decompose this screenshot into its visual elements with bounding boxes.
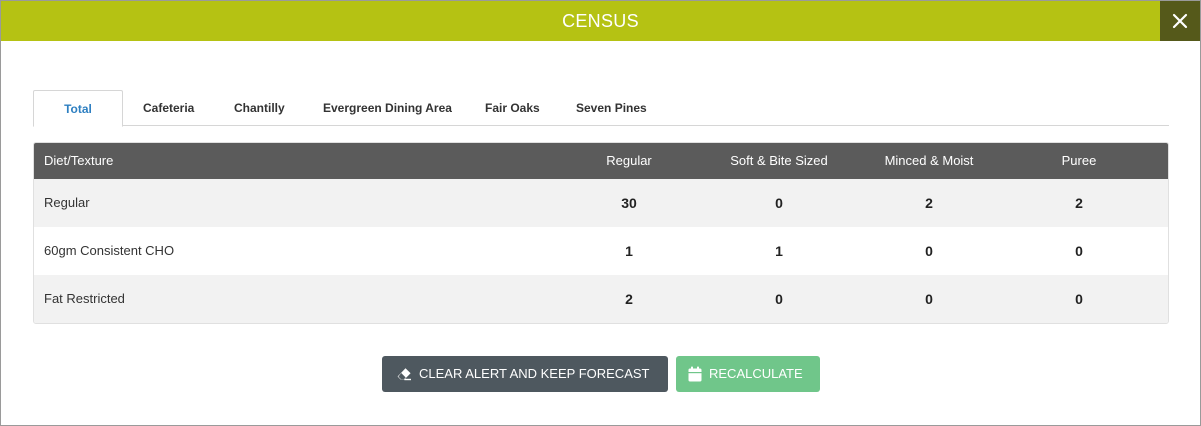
- count-puree: 0: [1075, 291, 1083, 307]
- tab-cafeteria[interactable]: Cafeteria: [143, 90, 194, 126]
- calendar-icon: [688, 366, 702, 382]
- recalculate-button-label: RECALCULATE: [709, 366, 803, 381]
- diet-name: 60gm Consistent CHO: [44, 243, 175, 258]
- eraser-icon: [397, 368, 411, 381]
- count-soft-bite-sized: 0: [775, 291, 783, 307]
- count-minced-moist: 2: [925, 195, 933, 211]
- table-row: Fat Restricted 2 0 0 0: [34, 275, 1168, 323]
- count-regular: 1: [625, 243, 633, 259]
- tab-seven-pines[interactable]: Seven Pines: [576, 90, 647, 126]
- location-tabs: Total Cafeteria Chantilly Evergreen Dini…: [33, 90, 1169, 127]
- modal-header: CENSUS: [1, 1, 1200, 41]
- diet-name: Regular: [44, 195, 90, 210]
- count-puree: 2: [1075, 195, 1083, 211]
- tab-chantilly[interactable]: Chantilly: [234, 90, 285, 126]
- close-button[interactable]: [1160, 1, 1200, 41]
- count-puree: 0: [1075, 243, 1083, 259]
- count-soft-bite-sized: 1: [775, 243, 783, 259]
- count-soft-bite-sized: 0: [775, 195, 783, 211]
- tab-fair-oaks[interactable]: Fair Oaks: [485, 90, 540, 126]
- table-row: Regular 30 0 2 2: [34, 179, 1168, 227]
- tab-evergreen-dining-area[interactable]: Evergreen Dining Area: [323, 90, 452, 126]
- tab-total[interactable]: Total: [33, 90, 123, 127]
- census-modal: CENSUS Total Cafeteria Chantilly Evergre…: [0, 0, 1201, 426]
- diet-name: Fat Restricted: [44, 291, 125, 306]
- census-table: Diet/Texture Regular Soft & Bite Sized M…: [33, 142, 1169, 324]
- column-header-diet-texture: Diet/Texture: [44, 153, 114, 168]
- modal-title: CENSUS: [562, 11, 639, 31]
- column-header-puree: Puree: [1061, 153, 1097, 168]
- table-row: 60gm Consistent CHO 1 1 0 0: [34, 227, 1168, 275]
- column-header-regular: Regular: [606, 153, 652, 168]
- recalculate-button[interactable]: RECALCULATE: [676, 356, 820, 392]
- count-regular: 2: [625, 291, 633, 307]
- count-regular: 30: [621, 195, 637, 211]
- count-minced-moist: 0: [925, 291, 933, 307]
- column-header-soft-bite-sized: Soft & Bite Sized: [730, 153, 828, 168]
- table-header: Diet/Texture Regular Soft & Bite Sized M…: [34, 143, 1168, 179]
- column-header-minced-moist: Minced & Moist: [884, 153, 974, 168]
- count-minced-moist: 0: [925, 243, 933, 259]
- clear-alert-keep-forecast-button[interactable]: CLEAR ALERT AND KEEP FORECAST: [382, 356, 668, 392]
- clear-button-label: CLEAR ALERT AND KEEP FORECAST: [419, 366, 650, 381]
- close-icon: [1172, 13, 1188, 29]
